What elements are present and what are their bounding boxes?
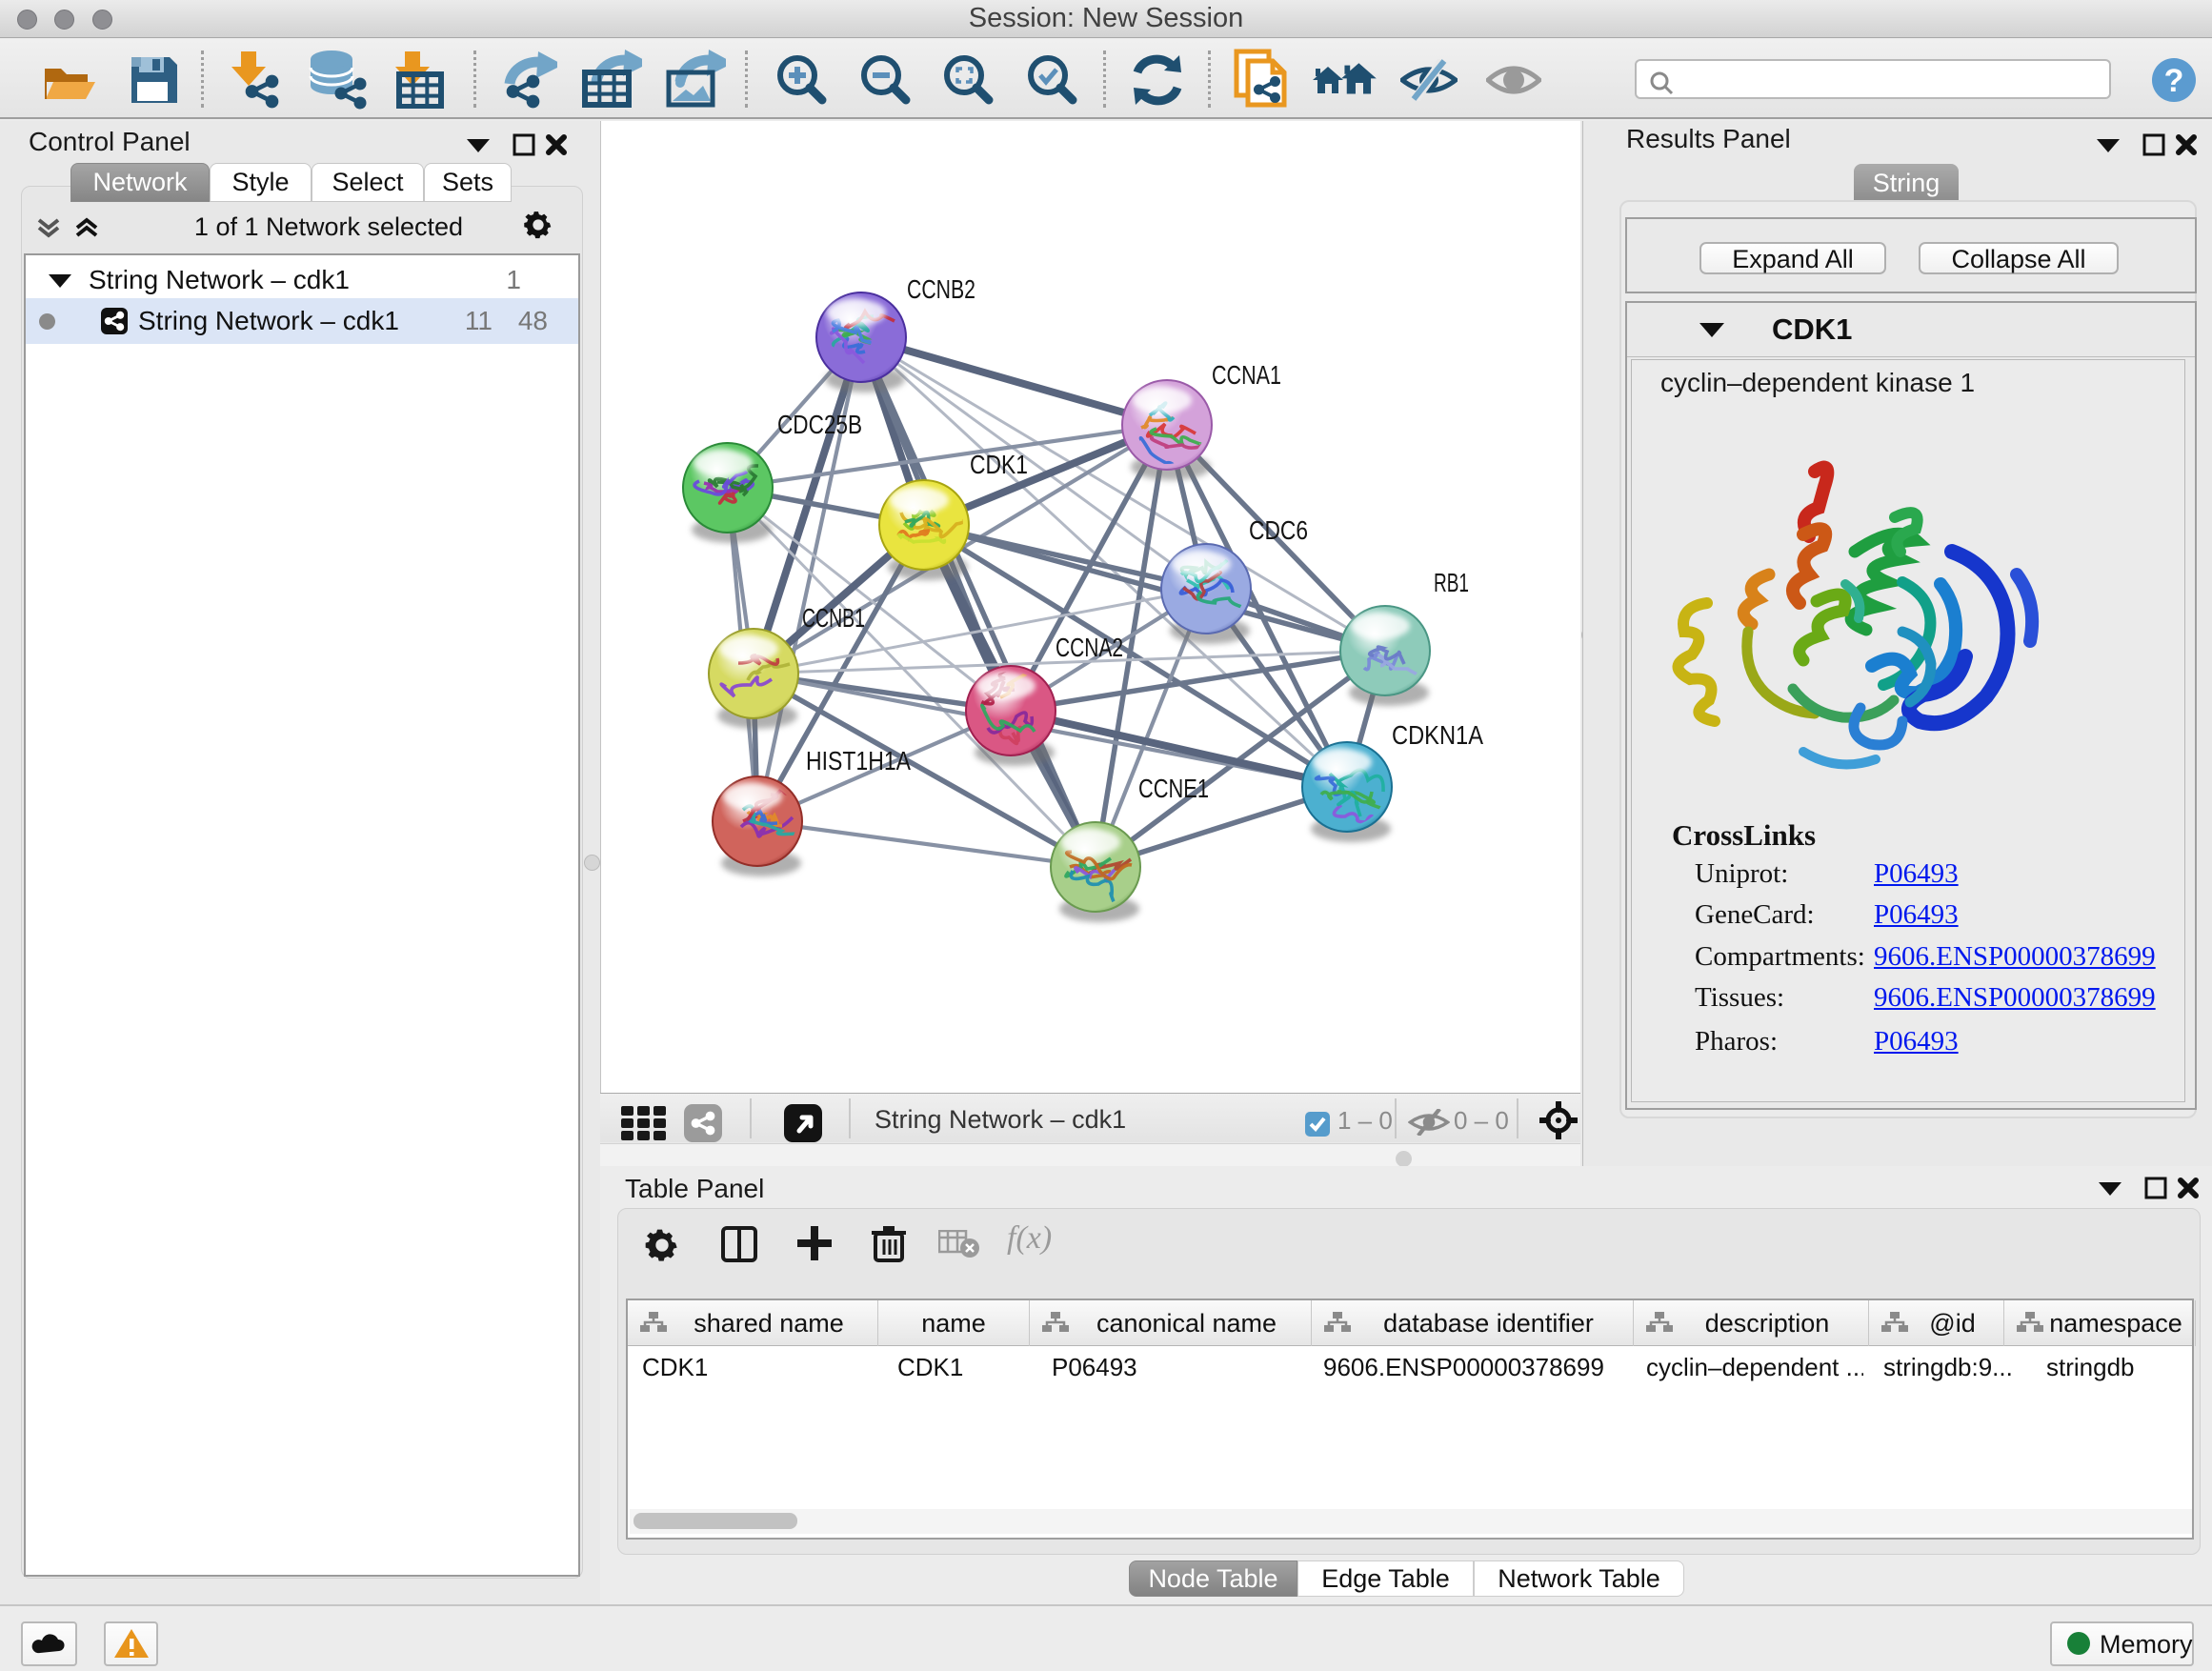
svg-text:CCNB2: CCNB2 xyxy=(907,274,975,304)
svg-text:HIST1H1A: HIST1H1A xyxy=(806,746,911,775)
svg-text:RB1: RB1 xyxy=(1434,568,1469,597)
svg-text:CCNE1: CCNE1 xyxy=(1138,774,1209,803)
svg-text:CDC6: CDC6 xyxy=(1249,515,1308,545)
svg-text:CDC25B: CDC25B xyxy=(777,410,862,439)
svg-text:?: ? xyxy=(2164,63,2184,99)
svg-text:CCNB1: CCNB1 xyxy=(802,603,865,633)
svg-text:CDKN1A: CDKN1A xyxy=(1392,720,1483,750)
svg-text:CDK1: CDK1 xyxy=(970,450,1028,479)
svg-text:CCNA2: CCNA2 xyxy=(1056,633,1123,662)
svg-text:CCNA1: CCNA1 xyxy=(1212,360,1281,390)
